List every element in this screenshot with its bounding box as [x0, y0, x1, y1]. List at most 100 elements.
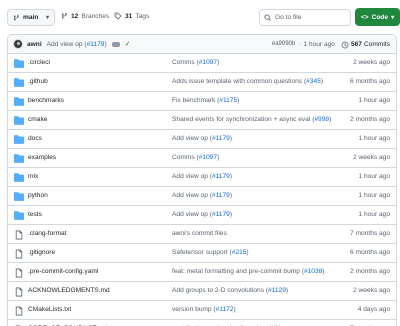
commit-message[interactable]: Add view op (#1179): [47, 41, 107, 48]
file-row[interactable]: ACKNOWLEDGMENTS.md Add groups to 2-D conv…: [8, 282, 396, 301]
file-name-link[interactable]: .github: [28, 78, 48, 85]
file-row[interactable]: .circleci Comms (#1097) 2 weeks ago: [8, 54, 396, 73]
go-to-file-input[interactable]: [275, 14, 345, 21]
file-row[interactable]: tests Add view op (#1179) 1 hour ago: [8, 206, 396, 225]
commit-pr-link[interactable]: #1179: [212, 192, 230, 199]
branches-link[interactable]: 12 Branches: [61, 12, 109, 20]
file-commit-message[interactable]: Adds issue template with common question…: [172, 78, 323, 85]
commit-message-text: Shared events for synchronization + asyn…: [172, 116, 315, 123]
file-row[interactable]: cmake Shared events for synchronization +…: [8, 111, 396, 130]
file-row[interactable]: benchmarks Fix benchmark (#1175) 1 hour ag…: [8, 92, 396, 111]
file-row[interactable]: .pre-commit-config.yaml feat: metal forma…: [8, 263, 396, 282]
commit-message-end: ): [237, 97, 240, 104]
file-name-link[interactable]: ACKNOWLEDGMENTS.md: [28, 287, 110, 294]
commit-message-text: version bump (: [172, 306, 216, 313]
commit-hash-time: ea9090b · 1 hour ago: [272, 41, 335, 48]
expand-commit-message-button[interactable]: [111, 41, 120, 47]
file-commit-message[interactable]: Add view op (#1179): [172, 211, 232, 218]
commit-age: 2 months ago: [350, 116, 390, 123]
file-commit-message[interactable]: Add view op (#1179): [172, 192, 232, 199]
commit-message-text: feat: metal formatting and pre-commit bu…: [172, 268, 304, 275]
commit-pr-link[interactable]: #1172: [216, 306, 234, 313]
tags-count: 31: [125, 12, 133, 20]
commit-age: 2 months ago: [350, 268, 390, 275]
commit-time: 1 hour ago: [303, 41, 335, 48]
tags-link[interactable]: 31 Tags: [114, 12, 149, 20]
commit-message-text: Add view op (: [172, 173, 212, 180]
commit-age: 4 days ago: [357, 306, 390, 313]
file-icon: [14, 287, 24, 297]
file-commit-message[interactable]: Safetensor support (#215): [172, 249, 249, 256]
file-commit-message[interactable]: Comms (#1097): [172, 59, 219, 66]
file-row[interactable]: mlx Add view op (#1179) 1 hour ago: [8, 168, 396, 187]
code-button[interactable]: <> Code ▾: [355, 8, 400, 26]
commit-pr-link[interactable]: #1038: [304, 268, 322, 275]
commit-meta: ea9090b · 1 hour ago 567 Commits: [272, 35, 390, 54]
file-row[interactable]: CODE_OF_CONDUCT.mdcontribution and code …: [8, 320, 396, 326]
file-row[interactable]: .gitignore Safetensor support (#215) 6 mon…: [8, 244, 396, 263]
commit-pr-link[interactable]: #1179: [212, 211, 230, 218]
commit-pr-link[interactable]: #1175: [219, 97, 237, 104]
commit-pr-link[interactable]: #1129: [268, 287, 286, 294]
file-row[interactable]: .clang-format awni's commit files 7 months…: [8, 225, 396, 244]
commit-age: 6 months ago: [350, 78, 390, 85]
file-row[interactable]: .github Adds issue template with common q…: [8, 73, 396, 92]
file-name-link[interactable]: .clang-format: [28, 230, 66, 237]
commit-message-end: ): [233, 306, 236, 313]
go-to-file-box[interactable]: [259, 9, 351, 26]
file-row[interactable]: examples Comms (#1097) 2 weeks ago: [8, 149, 396, 168]
file-name-link[interactable]: CMakeLists.txt: [28, 306, 71, 313]
folder-icon: [14, 154, 24, 163]
file-commit-message[interactable]: Fix benchmark (#1175): [172, 97, 239, 104]
file-name-link[interactable]: docs: [28, 135, 42, 142]
file-commit-message[interactable]: Add groups to 2-D convolutions (#1129): [172, 287, 288, 294]
file-row[interactable]: python Add view op (#1179) 1 hour ago: [8, 187, 396, 206]
commit-message-text: awni's commit files: [172, 230, 227, 237]
commit-message-text: Add groups to 2-D convolutions (: [172, 287, 269, 294]
file-icon: [14, 230, 24, 240]
avatar[interactable]: [13, 39, 23, 49]
file-name-link[interactable]: tests: [28, 211, 42, 218]
file-commit-message[interactable]: awni's commit files: [172, 230, 227, 237]
file-name-link[interactable]: python: [28, 192, 48, 199]
folder-icon: [14, 97, 24, 106]
file-commit-message[interactable]: feat: metal formatting and pre-commit bu…: [172, 268, 324, 275]
commit-hash[interactable]: ea9090b: [272, 41, 295, 48]
commit-pr-link[interactable]: #1097: [199, 59, 217, 66]
file-commit-message[interactable]: Add view op (#1179): [172, 135, 232, 142]
file-name-link[interactable]: .circleci: [28, 59, 50, 66]
file-list: .circleci Comms (#1097) 2 weeks ago .github…: [8, 54, 396, 326]
commit-pr-link[interactable]: #1179: [87, 41, 105, 48]
commit-message-text: Add view op (: [46, 40, 87, 48]
file-icon: [14, 249, 24, 259]
commit-pr-link[interactable]: #1097: [199, 154, 217, 161]
commit-pr-link[interactable]: #1179: [212, 173, 230, 180]
commit-message-end: ): [285, 287, 289, 294]
folder-icon: [14, 135, 24, 144]
commit-message-text: Safetensor support (: [172, 249, 232, 256]
file-name-link[interactable]: .gitignore: [28, 249, 55, 256]
file-commit-message[interactable]: Shared events for synchronization + asyn…: [172, 116, 331, 123]
file-row[interactable]: docs Add view op (#1179) 1 hour ago: [8, 130, 396, 149]
file-commit-message[interactable]: Comms (#1097): [172, 154, 219, 161]
file-name-link[interactable]: examples: [28, 154, 56, 161]
commit-message-end: ): [322, 268, 325, 275]
file-commit-message[interactable]: version bump (#1172): [172, 306, 236, 313]
commit-author[interactable]: awni: [27, 41, 42, 48]
commit-message-end: ): [229, 173, 233, 180]
commit-history-link[interactable]: 567 Commits: [341, 41, 390, 49]
chevron-down-icon: ▾: [45, 15, 49, 21]
file-name-link[interactable]: benchmarks: [28, 97, 64, 104]
branch-selector[interactable]: main ▾: [7, 9, 55, 26]
tag-icon: [114, 12, 122, 20]
commit-pr-link[interactable]: #345: [306, 78, 321, 85]
file-row[interactable]: CMakeLists.txt version bump (#1172) 4 days…: [8, 301, 396, 320]
check-icon[interactable]: ✓: [125, 40, 131, 48]
commit-pr-link[interactable]: #998: [314, 116, 329, 123]
file-commit-message[interactable]: Add view op (#1179): [172, 173, 232, 180]
commit-pr-link[interactable]: #1179: [212, 135, 230, 142]
commit-pr-link[interactable]: #215: [232, 249, 247, 256]
file-name-link[interactable]: cmake: [28, 116, 47, 123]
file-name-link[interactable]: mlx: [28, 173, 38, 180]
file-name-link[interactable]: .pre-commit-config.yaml: [28, 268, 98, 275]
